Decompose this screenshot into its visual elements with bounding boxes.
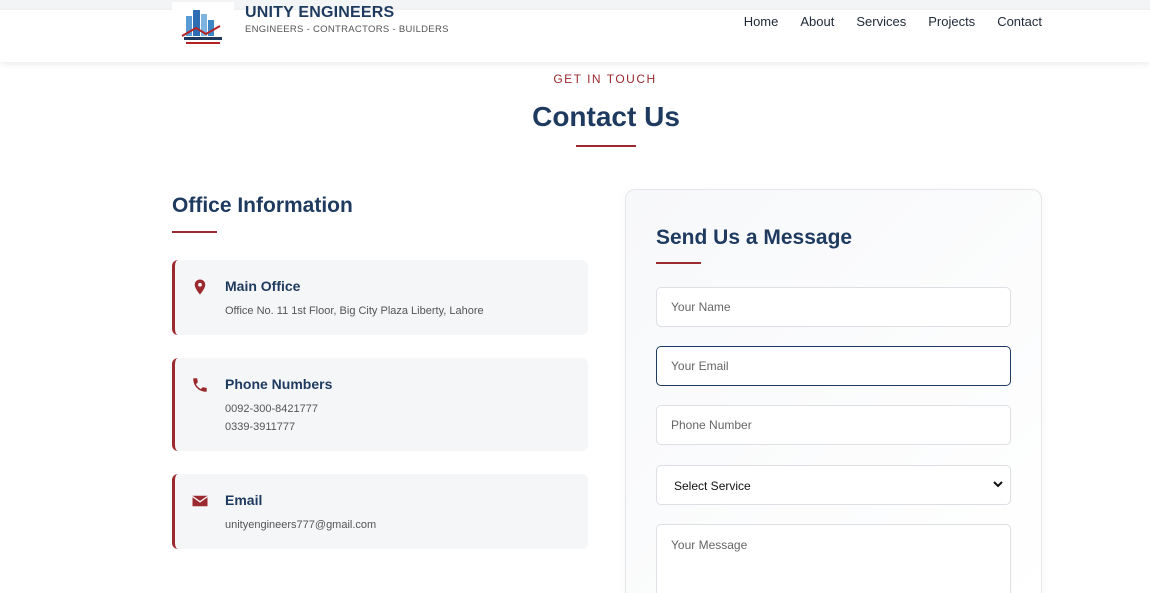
- email-address[interactable]: unityengineers777@gmail.com: [225, 519, 376, 531]
- site-header: UNITY ENGINEERS ENGINEERS - CONTRACTORS …: [0, 2, 1150, 62]
- service-select[interactable]: Select Service: [656, 465, 1011, 505]
- card-title: Email: [225, 492, 263, 508]
- card-title: Main Office: [225, 278, 301, 294]
- phone-numbers-card: Phone Numbers 0092-300-8421777 0339-3911…: [172, 358, 588, 451]
- nav-contact[interactable]: Contact: [997, 14, 1042, 29]
- company-logo[interactable]: [172, 2, 234, 52]
- envelope-icon: [192, 495, 208, 507]
- service-select-value: Select Service: [674, 479, 751, 493]
- name-input[interactable]: [656, 287, 1011, 327]
- phone-input[interactable]: [656, 405, 1011, 445]
- phone-icon: [193, 378, 207, 392]
- title-underline: [576, 145, 636, 147]
- office-info-heading: Office Information: [172, 194, 353, 217]
- nav-services[interactable]: Services: [856, 14, 906, 29]
- nav-home[interactable]: Home: [744, 14, 779, 29]
- nav-projects[interactable]: Projects: [928, 14, 975, 29]
- page-title: Contact Us: [532, 101, 680, 132]
- chevron-down-icon: [993, 481, 1003, 488]
- office-heading-underline: [172, 231, 217, 233]
- email-input[interactable]: [656, 346, 1011, 386]
- phone-number-2[interactable]: 0339-3911777: [225, 421, 295, 433]
- office-address: Office No. 11 1st Floor, Big City Plaza …: [225, 305, 484, 317]
- brand-name[interactable]: UNITY ENGINEERS: [245, 4, 394, 22]
- phone-number-1[interactable]: 0092-300-8421777: [225, 403, 318, 415]
- map-pin-icon: [194, 279, 206, 295]
- main-office-card: Main Office Office No. 11 1st Floor, Big…: [172, 260, 588, 335]
- form-heading-underline: [656, 262, 701, 264]
- main-nav: Home About Services Projects Contact: [744, 14, 1042, 29]
- email-card: Email unityengineers777@gmail.com: [172, 474, 588, 549]
- nav-about[interactable]: About: [800, 14, 834, 29]
- form-heading: Send Us a Message: [656, 226, 853, 249]
- brand-tagline: ENGINEERS - CONTRACTORS - BUILDERS: [245, 24, 449, 35]
- section-eyebrow: GET IN TOUCH: [553, 72, 657, 86]
- message-textarea[interactable]: [656, 524, 1011, 593]
- card-title: Phone Numbers: [225, 376, 333, 392]
